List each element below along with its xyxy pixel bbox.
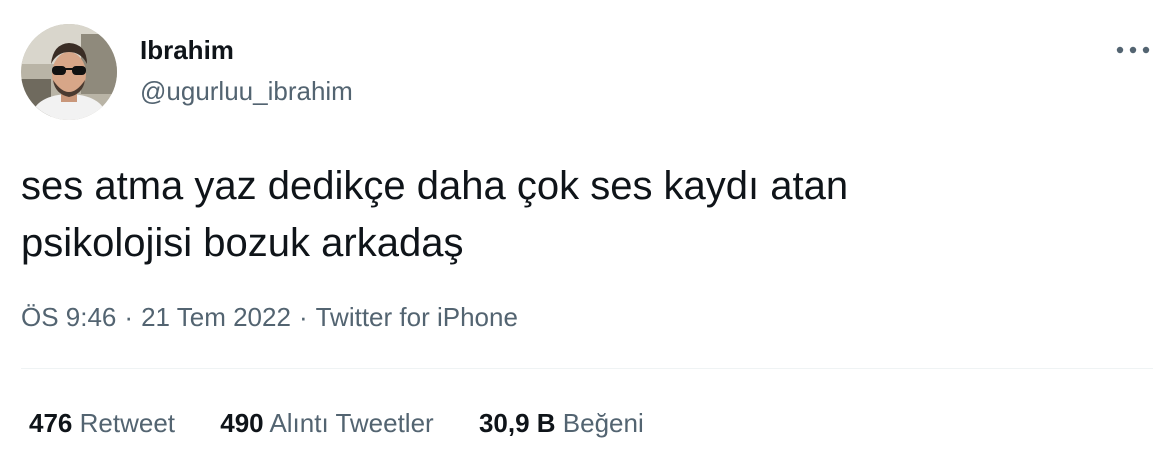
tweet-date[interactable]: 21 Tem 2022 [141, 302, 291, 332]
user-handle[interactable]: @ugurluu_ibrahim [140, 75, 353, 107]
like-count[interactable]: 30,9 B Beğeni [479, 405, 644, 441]
tweet-time[interactable]: ÖS 9:46 [21, 302, 116, 332]
meta-separator: · [298, 302, 308, 332]
like-count-label: Beğeni [562, 408, 644, 438]
tweet-stats: 476 Retweet 490 Alıntı Tweetler 30,9 B B… [29, 405, 682, 441]
quote-tweet-count-label: Alıntı Tweetler [269, 408, 434, 438]
tweet-meta: ÖS 9:46 · 21 Tem 2022 · Twitter for iPhone [21, 299, 518, 335]
tweet-source[interactable]: Twitter for iPhone [316, 302, 518, 332]
quote-tweet-count-value: 490 [220, 408, 264, 438]
like-count-value: 30,9 B [478, 408, 556, 438]
divider [21, 368, 1153, 369]
retweet-count-value: 476 [29, 408, 73, 438]
more-horizontal-icon[interactable] [1112, 40, 1154, 60]
tweet-text-line: psikolojisi bozuk arkadaş [21, 221, 464, 265]
retweet-count[interactable]: 476 Retweet [29, 405, 175, 441]
meta-separator: · [124, 302, 134, 332]
tweet-text-line: ses atma yaz dedikçe daha çok ses kaydı … [21, 164, 849, 208]
quote-tweet-count[interactable]: 490 Alıntı Tweetler [220, 405, 433, 441]
display-name[interactable]: Ibrahim [140, 34, 234, 66]
retweet-count-label: Retweet [79, 408, 176, 438]
avatar[interactable] [21, 24, 117, 120]
tweet-text: ses atma yaz dedikçe daha çok ses kaydı … [21, 158, 1141, 272]
